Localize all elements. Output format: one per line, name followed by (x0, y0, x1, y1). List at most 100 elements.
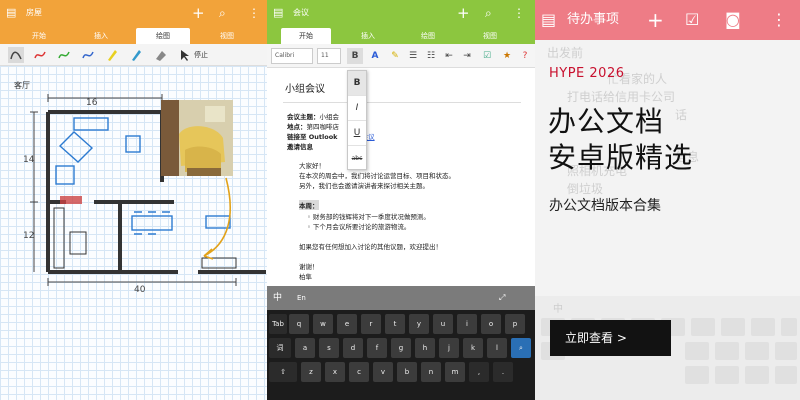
more-icon[interactable]: ⋮ (513, 0, 525, 26)
key-i[interactable]: i (457, 314, 477, 334)
key-l[interactable]: l (487, 338, 507, 358)
key-p[interactable]: p (505, 314, 525, 334)
ci-key[interactable]: 词 (269, 338, 291, 358)
tab-start[interactable]: 开始 (281, 28, 331, 44)
key-a[interactable]: a (295, 338, 315, 358)
blue-pen-icon[interactable] (80, 47, 96, 63)
period-key[interactable]: . (493, 362, 513, 382)
bold-button[interactable]: B (347, 48, 363, 64)
key-t[interactable]: t (385, 314, 405, 334)
key-b[interactable]: b (397, 362, 417, 382)
key-j[interactable]: j (439, 338, 459, 358)
stop-label[interactable]: 停止 (194, 44, 208, 66)
soft-keyboard: 中 En ⤢ Tab q w e r t y u i o p 词 a s d f… (267, 286, 535, 400)
key-q[interactable]: q (289, 314, 309, 334)
stop-cursor-icon[interactable] (176, 47, 192, 63)
key-e[interactable]: e (337, 314, 357, 334)
checkbox-icon[interactable]: ☑ (479, 48, 495, 64)
tag-icon[interactable]: ? (517, 48, 533, 64)
ribbon-tabs: 开始 插入 绘图 视图 (267, 26, 535, 44)
bold-option[interactable]: B (348, 71, 366, 96)
subheadline: 办公文档版本合集 (549, 198, 661, 214)
lasso-pen-icon[interactable] (8, 47, 24, 63)
body-line: 如果您有任何想加入讨论的其他议题，欢迎提出！ (299, 243, 442, 251)
eraser-icon[interactable] (152, 47, 168, 63)
tab-view[interactable]: 视图 (204, 28, 250, 44)
italic-option[interactable]: I (348, 96, 366, 121)
key-r[interactable]: r (361, 314, 381, 334)
body-thanks: 谢谢！ (299, 263, 319, 271)
add-icon[interactable]: + (647, 0, 664, 40)
more-icon[interactable]: ⋮ (248, 0, 260, 26)
key-d[interactable]: d (343, 338, 363, 358)
note-title: 小组会议 (285, 84, 325, 95)
key-m[interactable]: m (445, 362, 465, 382)
numbered-list-icon[interactable]: ☷ (423, 48, 439, 64)
promo-panel: ▤ 待办事项 + ☑ ◙ ⋮ 出发前 忙看家的人 打电话给信用卡公司 话 信息 … (535, 0, 800, 400)
key-k[interactable]: k (463, 338, 483, 358)
key-s[interactable]: s (319, 338, 339, 358)
tab-insert[interactable]: 插入 (345, 28, 391, 44)
drawing-toolbar: 停止 (0, 44, 268, 66)
key-z[interactable]: z (301, 362, 321, 382)
drawing-app-panel: ▤ 房屋 + ⌕ ⋮ 开始 插入 绘图 视图 停止 客厅 16 14 12 40 (0, 0, 268, 400)
lang-switch-key[interactable]: 中 (273, 286, 282, 310)
highlight-icon[interactable]: ✎ (387, 48, 403, 64)
blue-highlighter-icon[interactable] (128, 47, 144, 63)
english-mode-key[interactable]: En (297, 286, 306, 310)
keyboard-resize-icon[interactable]: ⤢ (499, 286, 505, 310)
comma-key[interactable]: , (469, 362, 489, 382)
body-line: 另外，我们也会邀请演讲者来探讨相关主题。 (299, 182, 429, 190)
brand-label: HYPE 2026 (549, 66, 625, 81)
format-toolbar: Calibri 11 B A ✎ ☰ ☷ ⇤ ⇥ ☑ ★ ? (267, 44, 535, 68)
key-y[interactable]: y (409, 314, 429, 334)
bullet-list-icon[interactable]: ☰ (405, 48, 421, 64)
tab-insert[interactable]: 插入 (78, 28, 124, 44)
font-family-select[interactable]: Calibri (271, 48, 313, 64)
font-size-select[interactable]: 11 (317, 48, 341, 64)
key-o[interactable]: o (481, 314, 501, 334)
search-key-icon[interactable]: ⌕ (511, 338, 531, 358)
dim-top: 16 (86, 98, 98, 108)
key-n[interactable]: n (421, 362, 441, 382)
key-v[interactable]: v (373, 362, 393, 382)
key-c[interactable]: c (349, 362, 369, 382)
more-icon[interactable]: ⋮ (771, 0, 787, 40)
camera-icon[interactable]: ◙ (725, 0, 741, 40)
add-icon[interactable]: + (192, 0, 205, 26)
yellow-highlighter-icon[interactable] (104, 47, 120, 63)
red-pen-icon[interactable] (32, 47, 48, 63)
notes-app-panel: ▤ 会议 + ⌕ ⋮ 开始 插入 绘图 视图 Calibri 11 B A ✎ … (267, 0, 535, 400)
key-h[interactable]: h (415, 338, 435, 358)
outdent-icon[interactable]: ⇤ (441, 48, 457, 64)
green-pen-icon[interactable] (56, 47, 72, 63)
body-greeting: 大家好！ (299, 162, 325, 170)
checkbox-icon[interactable]: ☑ (685, 0, 699, 40)
tab-draw[interactable]: 绘图 (405, 28, 451, 44)
star-icon[interactable]: ★ (499, 48, 515, 64)
tab-key[interactable]: Tab (269, 314, 287, 334)
key-w[interactable]: w (313, 314, 333, 334)
view-now-button[interactable]: 立即查看 > (550, 320, 671, 356)
search-icon[interactable]: ⌕ (485, 0, 492, 26)
app-title-bar: ▤ 会议 + ⌕ ⋮ (267, 0, 535, 26)
note-document[interactable]: 小组会议 会议主题：小组会 地点：第四咖啡店 链接至 Outlook 会议 邀请… (267, 68, 535, 286)
strikethrough-option[interactable]: abc (348, 146, 366, 171)
notebook-icon: ▤ (273, 6, 284, 19)
indent-icon[interactable]: ⇥ (459, 48, 475, 64)
tab-view[interactable]: 视图 (467, 28, 513, 44)
font-color-icon[interactable]: A (367, 48, 383, 64)
key-x[interactable]: x (325, 362, 345, 382)
key-g[interactable]: g (391, 338, 411, 358)
tab-draw[interactable]: 绘图 (136, 28, 190, 44)
notebook-icon: ▤ (541, 10, 557, 29)
search-icon[interactable]: ⌕ (219, 0, 226, 26)
shift-key-icon[interactable]: ⇧ (269, 362, 297, 382)
tab-start[interactable]: 开始 (16, 28, 62, 44)
headline-line-2: 安卓版精选 (548, 141, 694, 174)
key-u[interactable]: u (433, 314, 453, 334)
ribbon-tabs: 开始 插入 绘图 视图 (0, 26, 268, 44)
key-f[interactable]: f (367, 338, 387, 358)
add-icon[interactable]: + (457, 0, 470, 26)
underline-option[interactable]: U (348, 121, 366, 146)
